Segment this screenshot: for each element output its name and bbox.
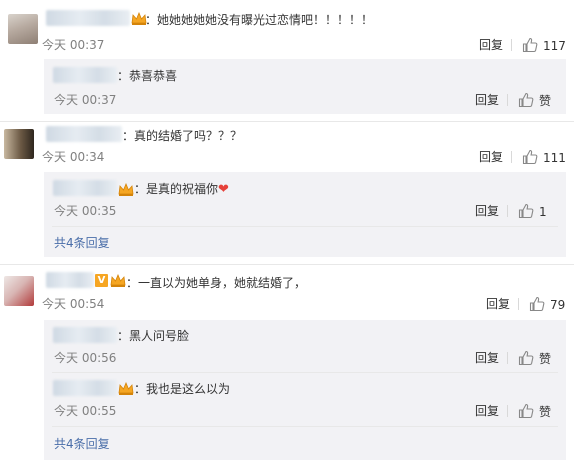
comment-time: 今天 00:37 — [42, 38, 105, 52]
like-button[interactable]: 1 — [518, 203, 547, 220]
comment-time: 今天 00:54 — [42, 297, 105, 311]
thumbs-up-icon — [522, 149, 538, 165]
reply-button[interactable]: 回复 — [475, 350, 499, 366]
like-button[interactable]: 赞 — [518, 350, 551, 367]
reply-username[interactable] — [53, 327, 117, 343]
crown-badge-icon — [118, 381, 134, 395]
reply-username[interactable] — [53, 180, 117, 196]
reply-separator — [52, 226, 558, 227]
like-button[interactable]: 赞 — [518, 403, 551, 420]
reply-button[interactable]: 回复 — [475, 92, 499, 108]
reply-username[interactable] — [53, 67, 117, 83]
comment-time: 今天 00:34 — [42, 150, 105, 164]
more-replies-link[interactable]: 共4条回复 — [54, 436, 110, 452]
reply-button[interactable]: 回复 — [479, 37, 503, 53]
like-count: 111 — [543, 151, 566, 165]
avatar[interactable] — [4, 276, 34, 306]
like-button[interactable]: 79 — [529, 296, 565, 313]
reply-time: 今天 00:55 — [54, 404, 117, 418]
reply-button[interactable]: 回复 — [475, 203, 499, 219]
reply-button[interactable]: 回复 — [475, 403, 499, 419]
like-button[interactable]: 111 — [522, 149, 566, 166]
reply-username[interactable] — [53, 380, 117, 396]
avatar[interactable] — [4, 129, 34, 159]
like-button[interactable]: 赞 — [518, 92, 551, 109]
divider — [507, 94, 508, 106]
thumbs-up-icon — [518, 350, 534, 366]
divider — [507, 205, 508, 217]
thumbs-up-icon — [518, 403, 534, 419]
comment-text: ：真的结婚了吗？？？ — [122, 129, 243, 143]
reply-time: 今天 00:56 — [54, 351, 117, 365]
like-button[interactable]: 117 — [522, 37, 566, 54]
username[interactable] — [46, 10, 130, 26]
reply-text: ：恭喜恭喜 — [117, 69, 178, 83]
divider — [511, 39, 512, 51]
reply-button[interactable]: 回复 — [479, 149, 503, 165]
comment-text: ：她她她她她没有曝光过恋情吧！！！！！ — [145, 13, 374, 27]
avatar[interactable] — [8, 14, 38, 44]
reply-time: 今天 00:37 — [54, 93, 117, 107]
like-label: 赞 — [539, 405, 552, 419]
reply-text: ：黑人问号脸 — [117, 329, 190, 343]
divider — [507, 405, 508, 417]
more-replies-link[interactable]: 共4条回复 — [54, 235, 110, 251]
thread-divider — [0, 121, 574, 122]
crown-badge-icon — [118, 182, 134, 196]
reply-button[interactable]: 回复 — [486, 296, 510, 312]
thumbs-up-icon — [518, 92, 534, 108]
reply-text-body: ：是真的祝福你 — [134, 182, 219, 196]
like-count: 79 — [550, 298, 566, 312]
thread-divider — [0, 264, 574, 265]
username[interactable] — [46, 126, 122, 142]
verified-v-badge-icon: V — [95, 274, 108, 287]
reply-separator — [52, 372, 558, 373]
comment-text: ：一直以为她单身，她就结婚了， — [126, 276, 307, 290]
like-count: 117 — [543, 39, 566, 53]
reply-time: 今天 00:35 — [54, 204, 117, 218]
reply-text: ：我也是这么以为 — [134, 382, 231, 396]
like-label: 赞 — [539, 352, 552, 366]
reply-separator — [52, 426, 558, 427]
divider — [507, 352, 508, 364]
like-count: 1 — [539, 205, 547, 219]
divider — [518, 298, 519, 310]
thumbs-up-icon — [522, 37, 538, 53]
like-label: 赞 — [539, 94, 552, 108]
heart-emoji-icon: ❤ — [218, 182, 229, 197]
crown-badge-icon — [110, 273, 126, 287]
thumbs-up-icon — [529, 296, 545, 312]
username[interactable] — [46, 272, 94, 288]
reply-text: ：是真的祝福你❤ — [134, 181, 229, 198]
thumbs-up-icon — [518, 203, 534, 219]
divider — [511, 151, 512, 163]
